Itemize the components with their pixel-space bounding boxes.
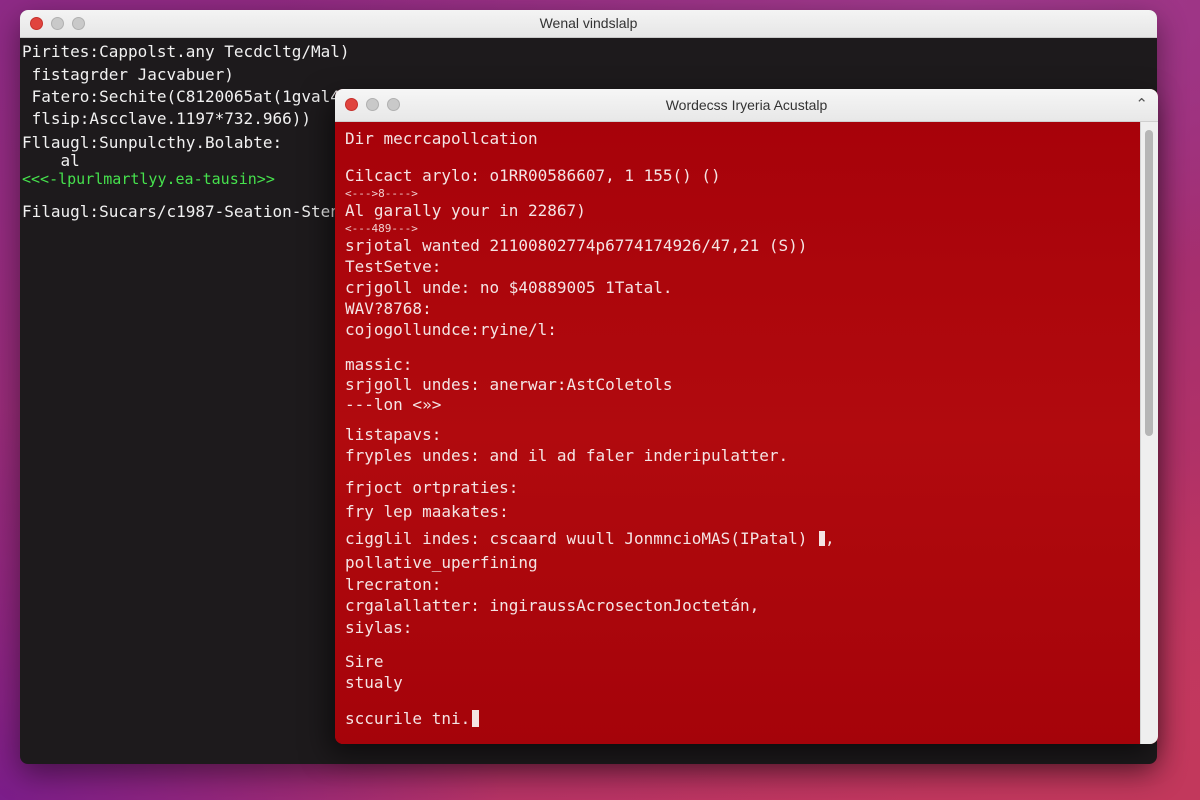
terminal-line: Filaugl:Sucars/c1987-Seation-Steng( xyxy=(22,202,360,221)
terminal-line: listapavs: xyxy=(345,425,442,444)
terminal-line: Sire xyxy=(345,652,384,671)
terminal-line: srjotal wanted 21100802774p6774174926/47… xyxy=(345,236,808,255)
front-terminal-window[interactable]: Wordecss Iryeria Acustalp ⌃ Dir mecrcapo… xyxy=(335,89,1158,744)
terminal-line: fistagrder Jacvabuer) xyxy=(22,65,234,84)
terminal-line: massic: xyxy=(345,355,413,374)
scrollbar-thumb[interactable] xyxy=(1145,130,1153,436)
prompt-text: sccurile tni. xyxy=(345,709,471,728)
terminal-line: cojogollundce:ryine/l: xyxy=(345,320,557,339)
terminal-line: Cilcact arylo: o1RR00586607, 1 155() () xyxy=(345,166,721,185)
terminal-line: ---lon <»> xyxy=(345,395,442,414)
terminal-line: Fatero:Sechite(C8120065at(1gval46) xyxy=(22,87,360,106)
terminal-prompt-line[interactable]: sccurile tni. xyxy=(345,709,480,729)
block-glyph xyxy=(819,531,826,546)
terminal-line: al xyxy=(22,151,80,170)
terminal-line: cigglil indes: cscaard wuull JonmncioMAS… xyxy=(345,529,835,548)
terminal-line: pollative_uperfining xyxy=(345,553,538,572)
terminal-line: crgalallatter: ingiraussAcrosectonJoctet… xyxy=(345,596,760,615)
front-terminal-content[interactable]: Dir mecrcapollcation Cilcact arylo: o1RR… xyxy=(335,122,1158,744)
terminal-line: Al garally your in 22867) xyxy=(345,201,586,220)
terminal-line: TestSetve: xyxy=(345,257,442,276)
back-window-titlebar[interactable]: Wenal vindslalp xyxy=(20,10,1157,38)
terminal-line: WAV?8768: xyxy=(345,299,432,318)
terminal-line: frjoct ortpraties: xyxy=(345,478,519,497)
terminal-line: Dir mecrcapollcation xyxy=(345,129,538,148)
terminal-line: stualy xyxy=(345,673,403,692)
front-window-title: Wordecss Iryeria Acustalp xyxy=(665,97,828,113)
terminal-line: lrecraton: xyxy=(345,575,442,594)
terminal-line: srjgoll undes: anerwar:AstColetols xyxy=(345,375,673,394)
terminal-line-highlight: <<<-lpurlmartlyy.ea-tausin>> xyxy=(22,170,275,188)
terminal-line: flsip:Ascclave.1197*732.966)) xyxy=(22,109,311,128)
terminal-line: fry lep maakates: xyxy=(345,502,509,521)
terminal-line: crjgoll unde: no $40889005 1Tatal. xyxy=(345,278,673,297)
terminal-line: fryples undes: and il ad faler inderipul… xyxy=(345,446,789,465)
terminal-line: siylas: xyxy=(345,618,413,637)
text-cursor xyxy=(472,710,480,727)
chevron-up-icon[interactable]: ⌃ xyxy=(1135,95,1148,113)
terminal-line: Fllaugl:Sunpulcthy.Bolabte: xyxy=(22,133,283,152)
scrollbar[interactable] xyxy=(1140,122,1158,744)
front-window-titlebar[interactable]: Wordecss Iryeria Acustalp ⌃ xyxy=(335,89,1158,122)
terminal-line-text: cigglil indes: cscaard wuull JonmncioMAS… xyxy=(345,529,808,548)
back-window-title: Wenal vindslalp xyxy=(539,15,638,31)
terminal-line: Pirites:Cappolst.any Tecdcltg/Mal) xyxy=(22,42,350,61)
